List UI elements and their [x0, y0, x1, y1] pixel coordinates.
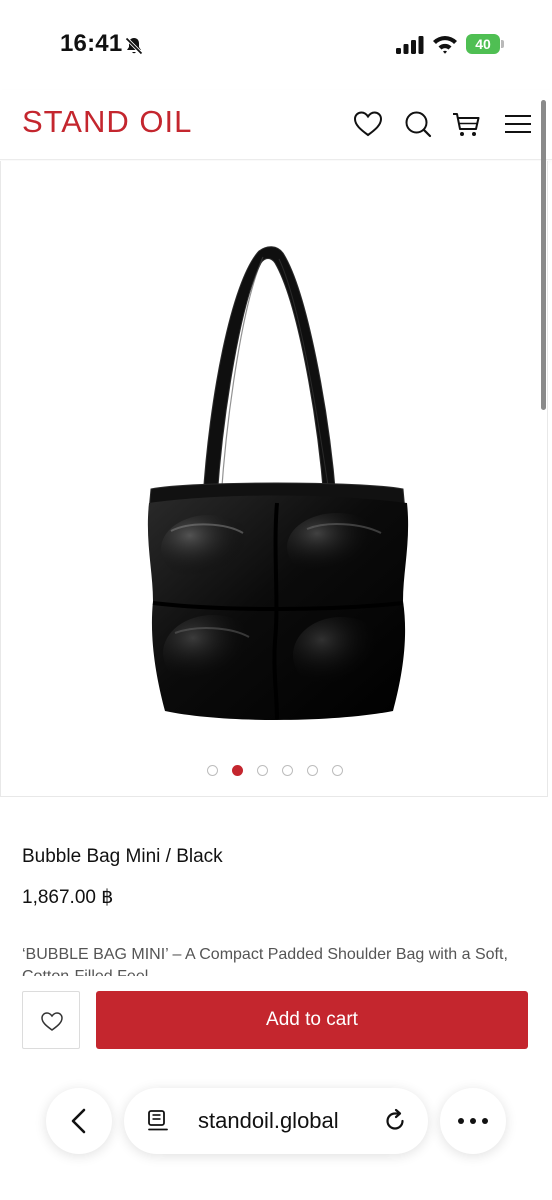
gallery-dot[interactable] — [257, 765, 268, 776]
browser-address-bar[interactable]: standoil.global — [124, 1088, 428, 1154]
battery-cap — [501, 40, 504, 48]
page-scrollbar[interactable] — [541, 100, 546, 410]
wifi-icon — [433, 36, 457, 54]
bell-slash-icon — [125, 37, 143, 55]
gallery-dot[interactable] — [332, 765, 343, 776]
gallery-dot[interactable] — [207, 765, 218, 776]
browser-url: standoil.global — [198, 1108, 339, 1133]
chevron-left-icon — [71, 1108, 86, 1134]
gallery-dot[interactable] — [307, 765, 318, 776]
product-description: ‘BUBBLE BAG MINI’ – A Compact Padded Sho… — [22, 946, 508, 976]
add-to-wishlist-button[interactable] — [22, 991, 80, 1049]
cart-icon[interactable] — [450, 108, 482, 140]
heart-icon — [41, 1012, 63, 1031]
site-header: STAND OIL — [0, 90, 552, 160]
gallery-dot[interactable] — [282, 765, 293, 776]
browser-more-button[interactable] — [440, 1088, 506, 1154]
wishlist-icon[interactable] — [352, 108, 384, 140]
brand-logo[interactable]: STAND OIL — [22, 104, 192, 140]
product-price: 1,867.00 ฿ — [22, 887, 114, 908]
status-bar: 16:41 40 — [0, 0, 552, 90]
product-image[interactable] — [131, 241, 421, 731]
gallery-dot-active[interactable] — [232, 765, 243, 776]
battery-level: 40 — [466, 34, 500, 54]
product-title: Bubble Bag Mini / Black — [22, 846, 223, 867]
battery-indicator: 40 — [466, 34, 504, 54]
search-icon[interactable] — [402, 108, 434, 140]
add-to-cart-button[interactable]: Add to cart — [96, 991, 528, 1049]
menu-icon[interactable] — [502, 108, 534, 140]
tabs-icon — [148, 1110, 168, 1131]
product-gallery[interactable] — [0, 161, 548, 797]
gallery-pagination — [1, 765, 549, 776]
reload-icon[interactable] — [382, 1108, 408, 1134]
browser-back-button[interactable] — [46, 1088, 112, 1154]
signal-icon — [396, 36, 424, 54]
more-dots-icon — [458, 1118, 488, 1124]
status-time: 16:41 — [60, 30, 123, 57]
